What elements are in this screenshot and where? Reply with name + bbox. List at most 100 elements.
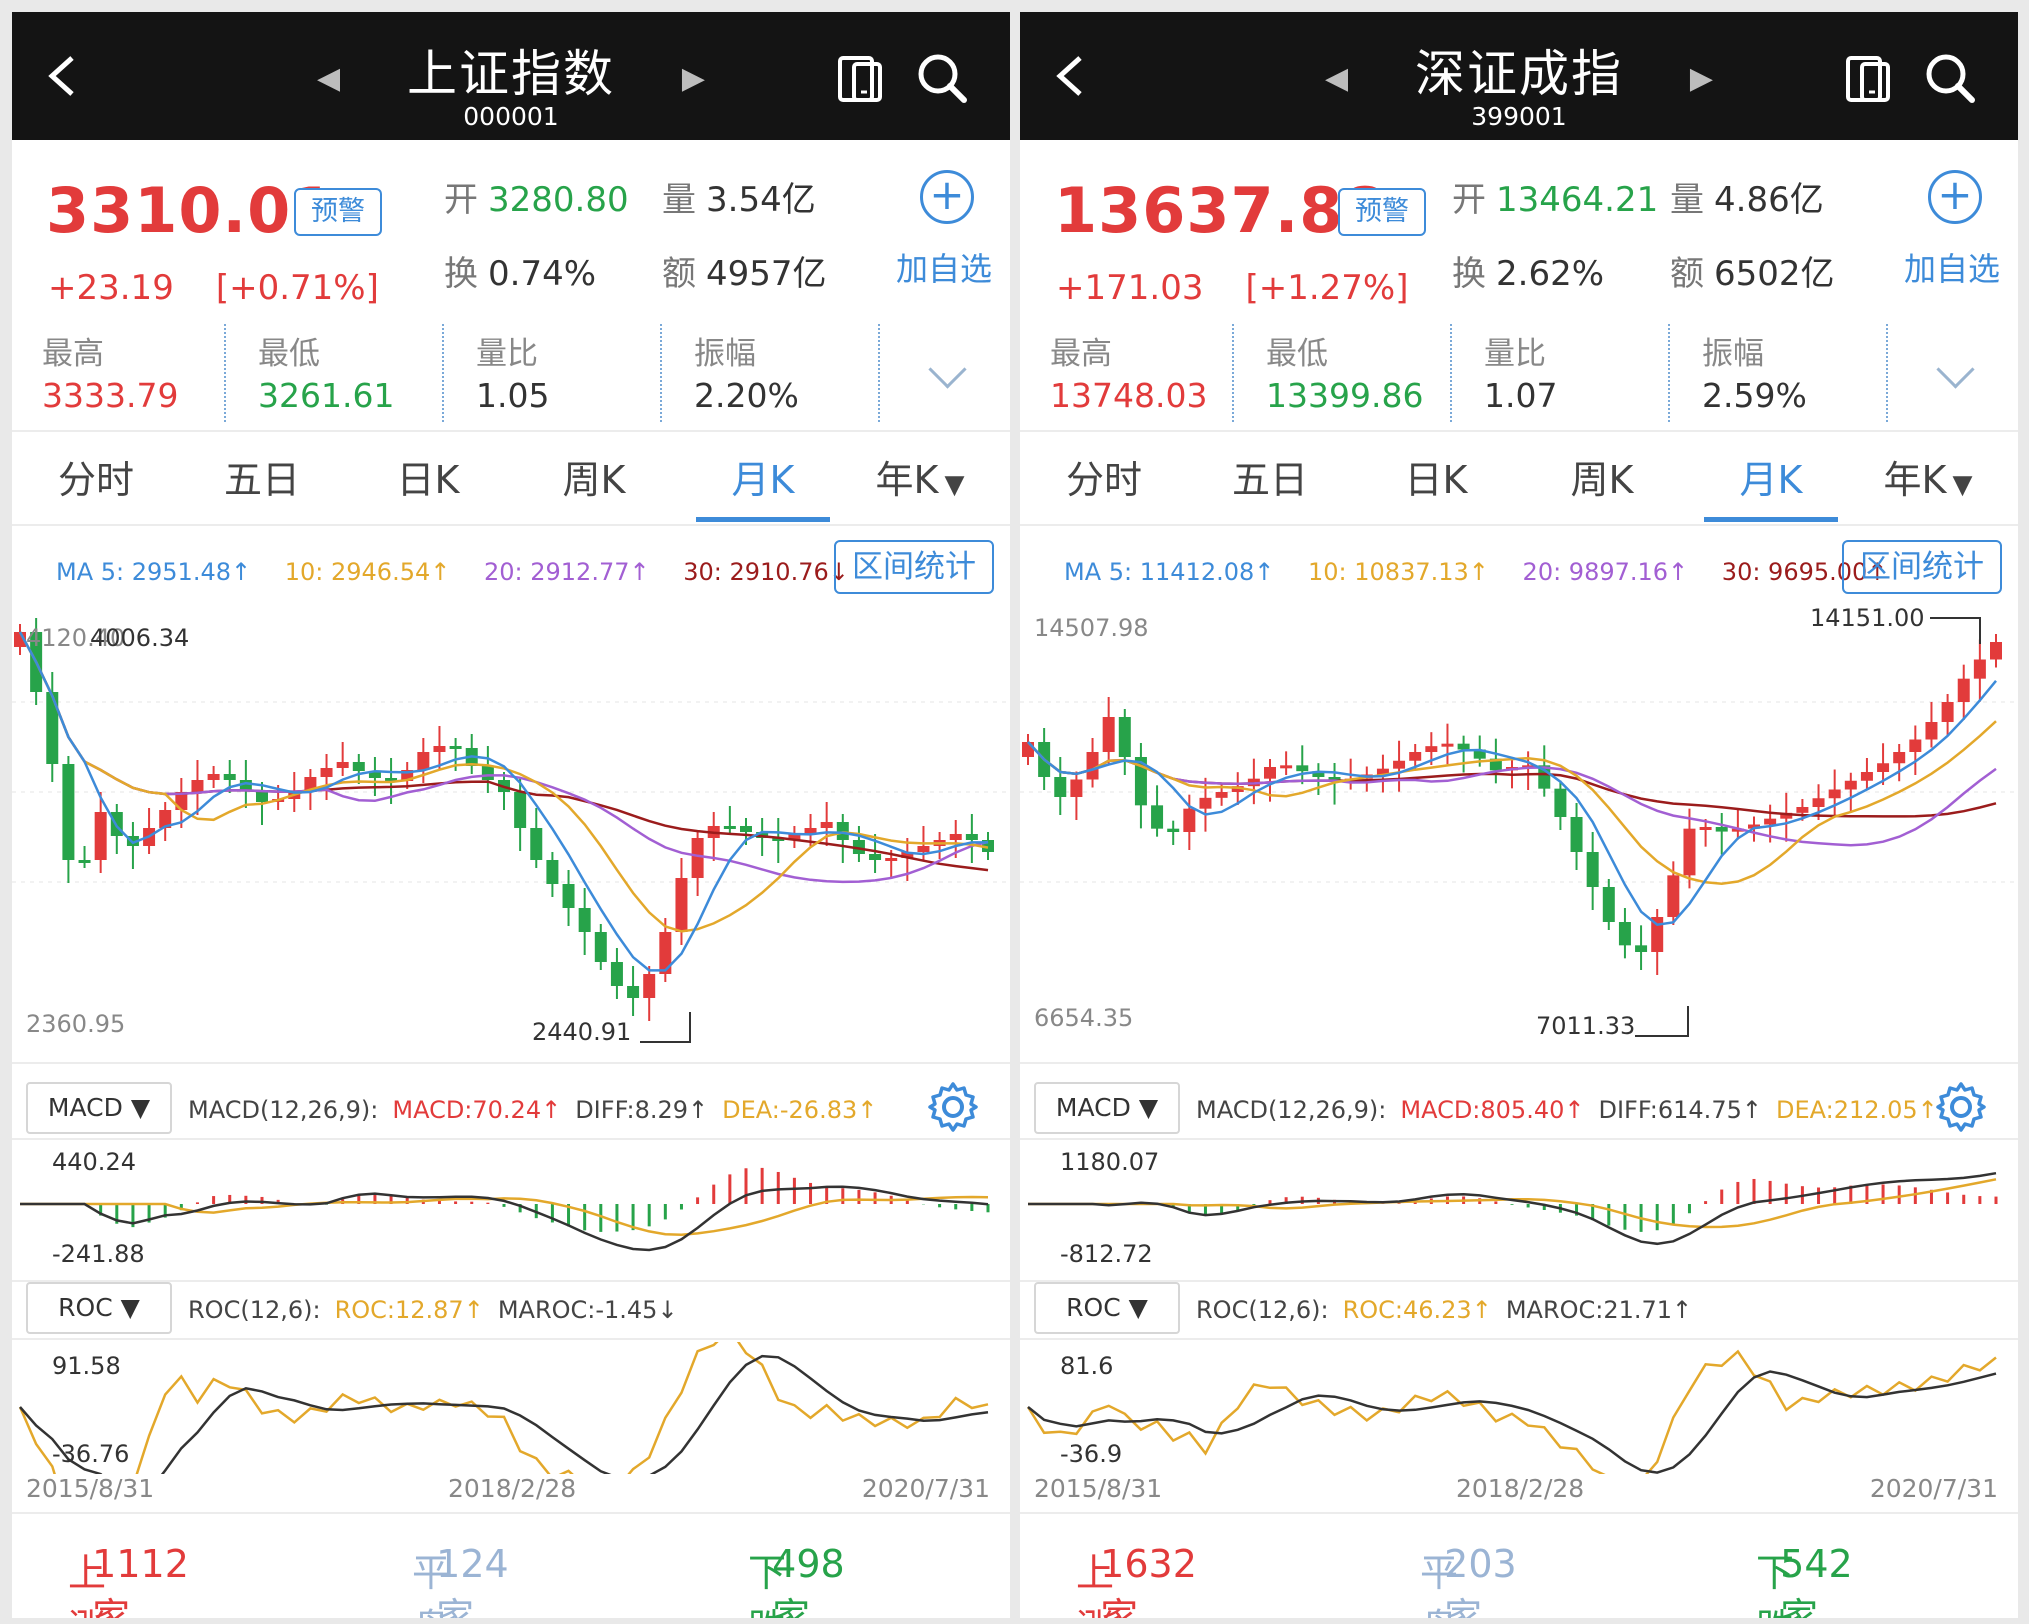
candle <box>1215 792 1228 798</box>
flat-count: 平盘 203家 <box>1420 1542 1517 1618</box>
tab-weekly-k[interactable]: 周K <box>534 442 654 518</box>
flat-count: 平盘 124家 <box>412 1542 509 1618</box>
kline-chart[interactable]: 4120.40 4006.34 2360.95 2440.91 <box>12 602 1010 1062</box>
expand-chevron-icon[interactable] <box>1936 350 1975 389</box>
dropdown-arrow-icon: ▼ <box>1128 1293 1148 1322</box>
dropdown-arrow-icon: ▼ <box>1952 470 1973 500</box>
next-stock-icon[interactable]: ▶ <box>1690 64 1713 94</box>
candle <box>1909 739 1922 752</box>
change-value: +171.03 <box>1056 268 1204 308</box>
candle <box>1425 746 1438 752</box>
roc-selector[interactable]: ROC ▼ <box>26 1282 172 1334</box>
candle <box>869 854 882 860</box>
candle <box>965 834 978 840</box>
price-change: +23.19 [+0.71%] <box>48 268 379 308</box>
macd-top: 440.24 <box>52 1148 136 1176</box>
high-marker: 14151.00 <box>1810 604 1925 632</box>
add-watchlist-icon[interactable]: + <box>1928 170 1982 224</box>
up-count: 上涨 1112家 <box>68 1542 189 1618</box>
candle <box>627 986 640 998</box>
candle <box>1860 772 1873 781</box>
candle <box>1183 808 1196 832</box>
candle <box>1554 788 1567 817</box>
range-stat-button[interactable]: 区间统计 <box>1842 540 2002 594</box>
candle <box>191 780 204 792</box>
candle <box>530 828 543 860</box>
price-change: +171.03 [+1.27%] <box>1056 268 1409 308</box>
macd-selector[interactable]: MACD ▼ <box>26 1082 172 1134</box>
ma10-text: 10: 2946.54↑ <box>284 558 451 586</box>
roc-chart: 81.6 -36.9 <box>1026 1349 1997 1474</box>
expand-chevron-icon[interactable] <box>928 350 967 389</box>
candle <box>481 766 494 780</box>
macd-selector[interactable]: MACD ▼ <box>1034 1082 1180 1134</box>
range-stat-button[interactable]: 区间统计 <box>834 540 994 594</box>
turnover-field: 换 2.62% <box>1452 254 1605 294</box>
next-stock-icon[interactable]: ▶ <box>682 64 705 94</box>
low-label: 最低 <box>258 336 320 372</box>
alert-button[interactable]: 预警 <box>294 188 382 236</box>
add-watchlist-label[interactable]: 加自选 <box>1904 244 2000 290</box>
ma-legend: MA 5: 11412.08↑ 10: 10837.13↑ 20: 9897.1… <box>1064 558 1913 586</box>
ma20-text: 20: 9897.16↑ <box>1522 558 1689 586</box>
roc-selector[interactable]: ROC ▼ <box>1034 1282 1180 1334</box>
tab-5day[interactable]: 五日 <box>1210 442 1330 518</box>
tab-daily-k[interactable]: 日K <box>1376 442 1496 518</box>
tab-5day[interactable]: 五日 <box>202 442 322 518</box>
tab-monthly-k[interactable]: 月K <box>696 442 830 522</box>
rotate-screen-icon[interactable] <box>834 50 890 106</box>
candle <box>1973 659 1986 679</box>
search-icon[interactable] <box>914 50 970 106</box>
kline-chart[interactable]: 14507.98 14151.00 6654.35 7011.33 <box>1020 602 2018 1062</box>
candle <box>1586 852 1599 887</box>
dropdown-arrow-icon: ▼ <box>130 1093 151 1122</box>
macd-bottom: -812.72 <box>1060 1240 1153 1268</box>
volume-field: 量 4.86亿 <box>1670 180 1824 220</box>
rotate-screen-icon[interactable] <box>1842 50 1898 106</box>
candle <box>546 860 559 884</box>
alert-button[interactable]: 预警 <box>1338 188 1426 236</box>
roc-bottom: -36.9 <box>1060 1440 1122 1468</box>
candle <box>514 792 527 828</box>
roc-bottom: -36.76 <box>52 1440 129 1468</box>
tab-intraday[interactable]: 分时 <box>1044 442 1164 518</box>
tab-daily-k[interactable]: 日K <box>368 442 488 518</box>
candle <box>1764 818 1777 825</box>
macd-top: 1180.07 <box>1060 1148 1159 1176</box>
candle <box>1022 742 1034 757</box>
axis-bottom: 6654.35 <box>1034 1004 1133 1032</box>
candle <box>1296 765 1309 772</box>
settings-gear-icon[interactable] <box>926 1080 980 1134</box>
dropdown-arrow-icon: ▼ <box>120 1293 140 1322</box>
tab-intraday[interactable]: 分时 <box>36 442 156 518</box>
tab-weekly-k[interactable]: 周K <box>1542 442 1662 518</box>
high-value: 13748.03 <box>1050 376 1208 415</box>
candle <box>1699 827 1712 830</box>
candle <box>449 746 462 749</box>
add-watchlist-label[interactable]: 加自选 <box>896 244 992 290</box>
candle <box>1796 807 1809 813</box>
tab-monthly-k[interactable]: 月K <box>1704 442 1838 522</box>
tab-yearly-k[interactable]: 年K ▼ <box>1878 442 1978 518</box>
candle <box>46 692 59 764</box>
ma10-text: 10: 10837.13↑ <box>1308 558 1489 586</box>
amount-field: 额 4957亿 <box>662 254 827 294</box>
open-field: 开 3280.80 <box>444 180 629 220</box>
up-count: 上涨 1632家 <box>1076 1542 1197 1618</box>
candle <box>1118 717 1131 757</box>
tab-yearly-k[interactable]: 年K ▼ <box>870 442 970 518</box>
roc-top: 91.58 <box>52 1352 121 1380</box>
candle <box>1409 752 1422 761</box>
candle <box>691 838 704 878</box>
macd-chart: 440.24 -241.88 <box>20 1148 990 1268</box>
amplitude-label: 振幅 <box>1702 336 1764 372</box>
candle <box>594 932 607 962</box>
candle <box>740 826 752 832</box>
ma30-text: 30: 2910.76↓ <box>683 558 849 586</box>
roc-chart: 91.58 -36.76 <box>18 1342 989 1474</box>
settings-gear-icon[interactable] <box>1934 1080 1988 1134</box>
macd-header: MACD ▼ MACD(12,26,9): MACD:70.24↑ DIFF:8.2… <box>12 1078 1010 1138</box>
amplitude-value: 2.20% <box>694 376 799 415</box>
add-watchlist-icon[interactable]: + <box>920 170 974 224</box>
search-icon[interactable] <box>1922 50 1978 106</box>
